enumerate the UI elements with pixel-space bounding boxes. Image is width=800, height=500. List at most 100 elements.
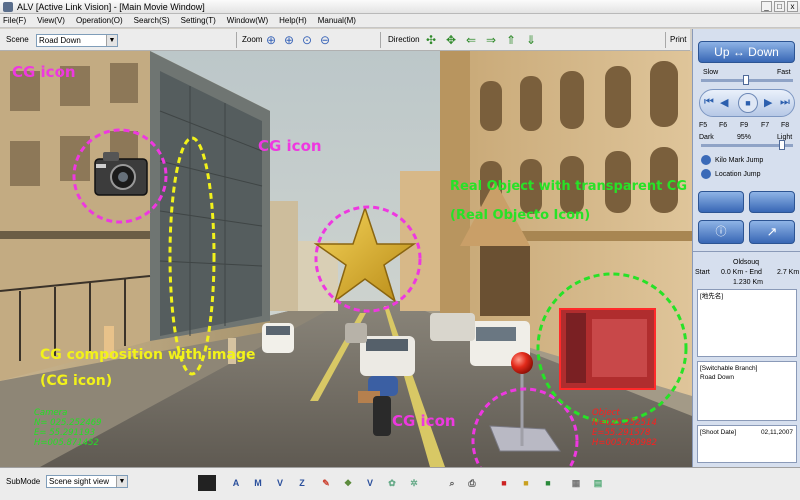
skip-forward-icon[interactable]: ⏭ (780, 96, 790, 109)
toolbar-divider (665, 32, 666, 48)
zoom-out-icon[interactable]: ⊖ (318, 33, 332, 47)
search-icon[interactable]: ⌕ (444, 474, 460, 492)
layers-icon[interactable]: ❖ (340, 474, 356, 492)
kilo-mark-icon (701, 155, 711, 165)
submode-select-value: Scene sight view (49, 477, 110, 486)
app-icon (3, 2, 13, 12)
direction-down-icon[interactable]: ⇓ (524, 33, 538, 47)
speed-slider-thumb[interactable] (743, 75, 749, 85)
object-hud-height: H=005.780982 (592, 438, 657, 448)
nav-button-1[interactable] (698, 191, 744, 213)
current-km: 1.230 Km (733, 279, 763, 286)
direction-spread-icon[interactable]: ✣ (424, 33, 438, 47)
annotation-z-icon[interactable]: Z (294, 474, 310, 492)
skip-back-icon[interactable]: ⏮ (704, 96, 714, 109)
submode-select[interactable]: Scene sight view ▼ (46, 475, 128, 488)
location-name: Oldsouq (733, 259, 760, 266)
switchable-branch-value[interactable]: Road Down (700, 373, 794, 382)
direction-merge-icon[interactable]: ✥ (444, 33, 458, 47)
red-book-icon[interactable]: ■ (496, 474, 512, 492)
grid-icon[interactable]: ▦ (568, 474, 584, 492)
menu-window[interactable]: Window(W) (227, 16, 268, 25)
menu-help[interactable]: Help(H) (279, 16, 307, 25)
street-view-video[interactable]: CG icon CG icon CG icon Real Object with… (0, 51, 692, 467)
camera-hud-north: N= 025.252469 (34, 418, 102, 428)
slow-label: Slow (703, 69, 719, 76)
annotation-v2-icon[interactable]: V (362, 474, 378, 492)
play-icon[interactable]: ▶ (764, 96, 772, 109)
toolbar: Scene Road Down ▼ Zoom ⊕ ⊕ ⊙ ⊖ Direction… (0, 29, 690, 51)
scene-select-value: Road Down (39, 36, 81, 45)
minimize-button[interactable]: _ (761, 1, 772, 12)
annotation-m-icon[interactable]: M (250, 474, 266, 492)
title-bar: ALV [Active Link Vision] - [Main Movie W… (0, 0, 800, 14)
fkey-f7: F7 (761, 122, 770, 129)
start-value: 0.0 Km - End (721, 269, 762, 276)
up-down-toggle-button[interactable]: Up ↔ Down (698, 41, 795, 63)
shoot-date-box: [Shoot Date] 02,11,2007 (697, 425, 797, 463)
location-jump-button[interactable]: Location Jump (715, 170, 761, 179)
shoot-date-label: [Shoot Date] (700, 429, 737, 436)
scene-select[interactable]: Road Down ▼ (36, 34, 118, 47)
menu-search[interactable]: Search(S) (134, 16, 170, 25)
direction-left-icon[interactable]: ⇐ (464, 33, 478, 47)
wide-view-icon[interactable] (198, 475, 216, 491)
camera-cg-icon[interactable] (94, 152, 148, 196)
maximize-button[interactable]: □ (774, 1, 785, 12)
camera-coordinates: Camera N= 025.252469 E= 55.291193 H=005.… (34, 408, 102, 448)
location-icon (701, 169, 711, 179)
bottom-toolbar: SubMode Scene sight view ▼ A M V Z ✎ ❖ V… (0, 467, 800, 500)
annotation-a-icon[interactable]: A (228, 474, 244, 492)
object-coordinates: Object N=025.252514 E=55.291578 H=005.78… (592, 408, 657, 448)
route-arrow-icon[interactable]: ↗ (749, 220, 795, 244)
direction-right-icon[interactable]: ⇒ (484, 33, 498, 47)
end-value: 2.7 Km (777, 269, 800, 276)
play-reverse-icon[interactable]: ◀ (720, 96, 728, 109)
place-name-header: [地先名] (700, 293, 724, 300)
camera-hud-height: H=005.871452 (34, 438, 99, 448)
info-button[interactable]: ⓘ (698, 220, 744, 244)
shoot-date-value: 02,11,2007 (760, 429, 793, 436)
green-book-icon[interactable]: ■ (540, 474, 556, 492)
close-button[interactable]: x (787, 1, 798, 12)
object-hud-east: E=55.291578 (592, 428, 651, 438)
toolbar-divider (380, 32, 381, 48)
stop-icon[interactable]: ■ (738, 93, 758, 113)
print-icon[interactable]: ⎙ (464, 474, 480, 492)
menu-view[interactable]: View(V) (37, 16, 65, 25)
chart-icon[interactable]: ▤ (590, 474, 606, 492)
edit-pencil-icon[interactable]: ✎ (318, 474, 334, 492)
object-hud-north: N=025.252514 (592, 418, 657, 428)
settings-icon[interactable]: ✲ (406, 474, 422, 492)
zoom-fit-icon[interactable]: ⊙ (300, 33, 314, 47)
nav-button-2[interactable] (749, 191, 795, 213)
fkey-f8: F8 (781, 122, 790, 129)
menu-operation[interactable]: Operation(O) (76, 16, 123, 25)
dark-label: Dark (699, 134, 714, 141)
tools-icon[interactable]: ✿ (384, 474, 400, 492)
camera-hud-east: E= 55.291193 (34, 428, 96, 438)
annotation-v-icon[interactable]: V (272, 474, 288, 492)
window-title: ALV [Active Link Vision] - [Main Movie W… (17, 2, 205, 12)
brightness-slider-thumb[interactable] (779, 140, 785, 150)
kilo-mark-jump-button[interactable]: Kilo Mark Jump (715, 156, 763, 165)
chevron-down-icon: ▼ (106, 35, 117, 46)
zoom-in-large-icon[interactable]: ⊕ (282, 33, 296, 47)
submode-label: SubMode (6, 477, 41, 486)
print-button[interactable]: Print (670, 35, 686, 44)
menu-manual[interactable]: Manual(M) (318, 16, 356, 25)
cg-icon-label: CG icon (392, 412, 456, 430)
menu-setting[interactable]: Setting(T) (181, 16, 216, 25)
place-name-box: [地先名] (697, 289, 797, 357)
direction-up-icon[interactable]: ⇑ (504, 33, 518, 47)
fkey-f9: F9 (740, 122, 749, 129)
real-object-sublabel: (Real Objecto Icon) (450, 208, 591, 223)
menu-file[interactable]: File(F) (3, 16, 26, 25)
fkey-f6: F6 (719, 122, 728, 129)
chevron-down-icon: ▼ (116, 476, 127, 487)
zoom-in-icon[interactable]: ⊕ (264, 33, 278, 47)
real-object-label: Real Object with transparent CG (450, 179, 688, 194)
yellow-book-icon[interactable]: ■ (518, 474, 534, 492)
fast-label: Fast (777, 69, 791, 76)
cg-icon-label: CG icon (12, 63, 76, 81)
